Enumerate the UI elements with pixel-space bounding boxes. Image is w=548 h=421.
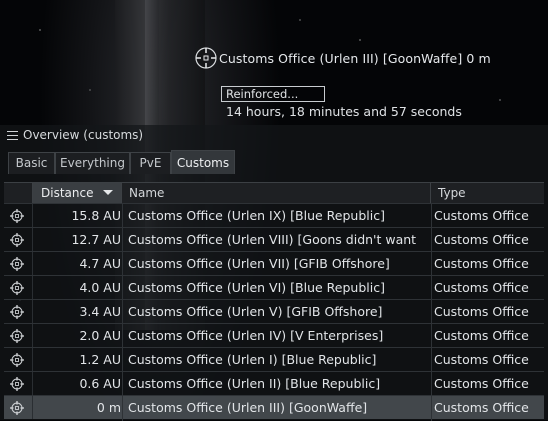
row-distance: 1.2 AU: [79, 352, 121, 367]
row-type: Customs Office: [434, 280, 529, 295]
row-distance: 12.7 AU: [71, 232, 121, 247]
table-row[interactable]: 2.0 AU Customs Office (Urlen IV) [V Enter…: [4, 323, 544, 347]
row-type: Customs Office: [434, 232, 529, 247]
column-header-icon[interactable]: [4, 183, 33, 203]
row-name: Customs Office (Urlen III) [GoonWaffe]: [128, 400, 368, 415]
column-divider: [431, 203, 432, 421]
row-type: Customs Office: [434, 376, 529, 391]
row-name: Customs Office (Urlen I) [Blue Republic]: [128, 352, 377, 367]
row-distance: 3.4 AU: [79, 304, 121, 319]
table-row[interactable]: 3.4 AU Customs Office (Urlen V) [GFIB Off…: [4, 299, 544, 323]
customs-office-bracket-icon: [9, 208, 25, 224]
row-name: Customs Office (Urlen VII) [GFIB Offshor…: [128, 256, 390, 271]
row-name: Customs Office (Urlen VIII) [Goons didn'…: [128, 232, 417, 247]
overview-table: Distance Name Type 15.8 AU Customs Office…: [4, 182, 544, 421]
row-distance: 0.6 AU: [79, 376, 121, 391]
row-distance: 0 m: [96, 400, 121, 415]
customs-office-bracket-icon: [9, 256, 25, 272]
sort-descending-icon: [103, 190, 113, 195]
tab-everything[interactable]: Everything: [55, 152, 130, 174]
column-header-name[interactable]: Name: [122, 183, 431, 203]
overview-panel: Overview (customs) Basic Everything PvE …: [0, 125, 548, 421]
column-header-distance[interactable]: Distance: [33, 183, 122, 203]
overview-title: Overview (customs): [23, 128, 144, 142]
column-header-name-label: Name: [129, 186, 165, 200]
table-row[interactable]: 1.2 AU Customs Office (Urlen I) [Blue Rep…: [4, 347, 544, 371]
table-row[interactable]: 4.0 AU Customs Office (Urlen VI) [Blue Re…: [4, 275, 544, 299]
row-name: Customs Office (Urlen V) [GFIB Offshore]: [128, 304, 383, 319]
customs-office-bracket-icon: [9, 376, 25, 392]
row-type: Customs Office: [434, 328, 529, 343]
table-row[interactable]: 12.7 AU Customs Office (Urlen VIII) [Goon…: [4, 227, 544, 251]
row-type: Customs Office: [434, 256, 529, 271]
row-type: Customs Office: [434, 208, 529, 223]
row-name: Customs Office (Urlen IV) [V Enterprises…: [128, 328, 384, 343]
table-row[interactable]: 0.6 AU Customs Office (Urlen II) [Blue Re…: [4, 371, 544, 395]
row-type: Customs Office: [434, 352, 529, 367]
table-row[interactable]: 0 m Customs Office (Urlen III) [GoonWaffe…: [4, 395, 544, 419]
row-type: Customs Office: [434, 304, 529, 319]
customs-office-bracket-icon: [9, 280, 25, 296]
row-icon-cell[interactable]: [4, 300, 33, 323]
customs-office-bracket-icon: [9, 304, 25, 320]
row-name: Customs Office (Urlen VI) [Blue Republic…: [128, 280, 385, 295]
customs-office-bracket-icon: [9, 400, 25, 416]
reinforcement-timer: 14 hours, 18 minutes and 57 seconds: [226, 104, 462, 119]
overview-header[interactable]: Overview (customs): [0, 125, 548, 145]
row-name: Customs Office (Urlen IX) [Blue Republic…: [128, 208, 385, 223]
row-icon-cell[interactable]: [4, 252, 33, 275]
row-distance: 4.7 AU: [79, 256, 121, 271]
row-distance: 15.8 AU: [71, 208, 121, 223]
column-header-distance-label: Distance: [41, 186, 94, 200]
row-type: Customs Office: [434, 400, 529, 415]
table-row[interactable]: 4.7 AU Customs Office (Urlen VII) [GFIB O…: [4, 251, 544, 275]
tab-customs[interactable]: Customs: [171, 150, 235, 174]
target-label[interactable]: Customs Office (Urlen III) [GoonWaffe] 0…: [219, 51, 491, 66]
reinforced-status-box: Reinforced...: [221, 86, 325, 102]
row-icon-cell[interactable]: [4, 348, 33, 371]
row-icon-cell[interactable]: [4, 396, 33, 419]
table-row[interactable]: 15.8 AU Customs Office (Urlen IX) [Blue R…: [4, 203, 544, 227]
tab-basic[interactable]: Basic: [8, 152, 55, 174]
row-distance: 4.0 AU: [79, 280, 121, 295]
row-icon-cell[interactable]: [4, 228, 33, 251]
row-icon-cell[interactable]: [4, 372, 33, 395]
column-divider: [122, 203, 123, 421]
column-header-type[interactable]: Type: [431, 183, 544, 203]
structure-bracket-icon[interactable]: [192, 44, 220, 72]
customs-office-bracket-icon: [9, 328, 25, 344]
row-name: Customs Office (Urlen II) [Blue Republic…: [128, 376, 381, 391]
row-icon-cell[interactable]: [4, 204, 33, 227]
customs-office-bracket-icon: [9, 352, 25, 368]
row-icon-cell[interactable]: [4, 276, 33, 299]
hamburger-menu-icon[interactable]: [7, 131, 18, 140]
tab-pve[interactable]: PvE: [130, 152, 171, 174]
column-header-type-label: Type: [438, 186, 466, 200]
row-icon-cell[interactable]: [4, 324, 33, 347]
customs-office-bracket-icon: [9, 232, 25, 248]
row-distance: 2.0 AU: [79, 328, 121, 343]
